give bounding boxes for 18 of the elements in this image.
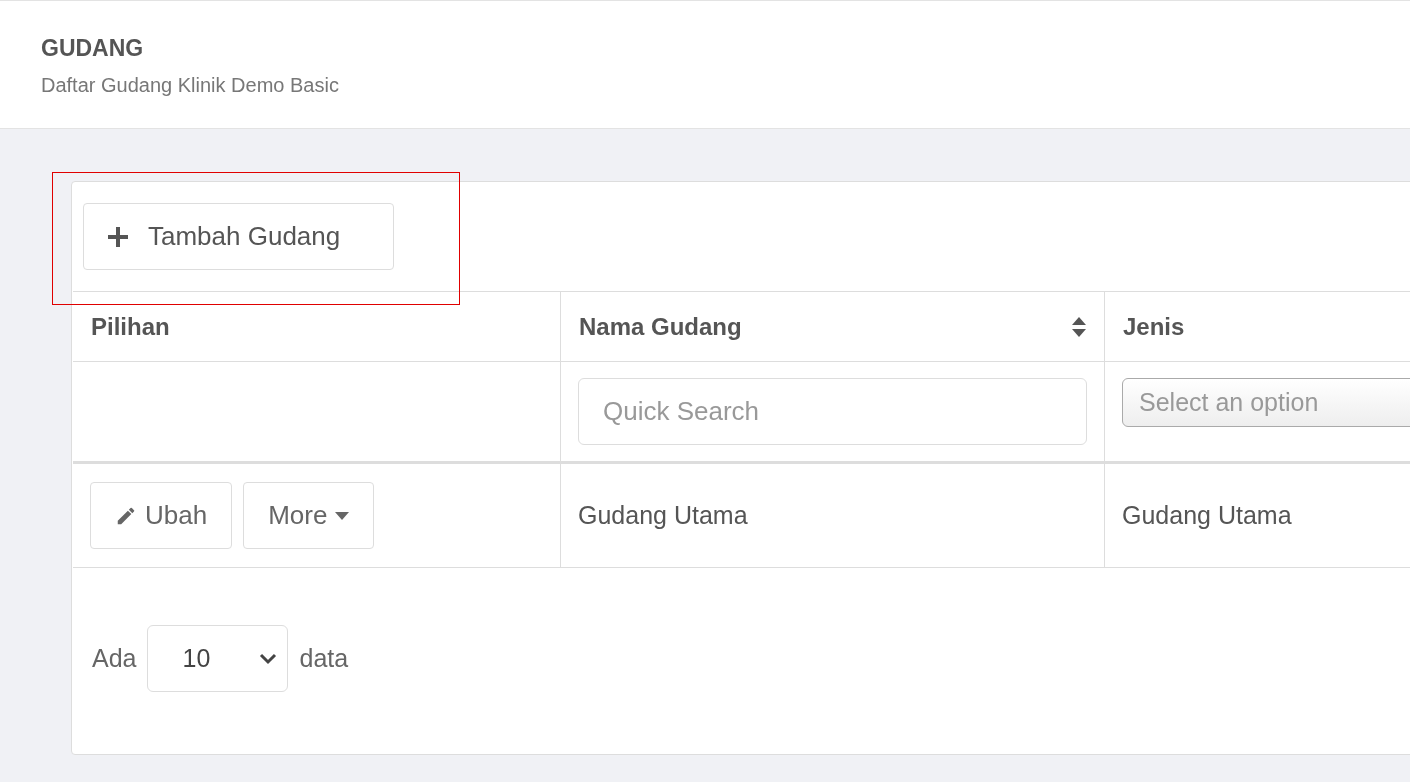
add-button[interactable]: Tambah Gudang [83, 203, 394, 270]
sort-icon[interactable] [1072, 316, 1086, 337]
column-header: Pilihan [91, 311, 170, 342]
page-size-select[interactable]: 10 [147, 625, 289, 692]
column-header: Nama Gudang [579, 311, 742, 342]
plus-icon [108, 226, 128, 247]
page-size-label: Ada [92, 642, 137, 674]
page-size-label: data [299, 642, 349, 674]
chevron-down-icon [259, 652, 278, 665]
edit-button[interactable]: Ubah [90, 482, 233, 549]
caret-icon [335, 511, 350, 520]
page-subtitle: Daftar Gudang Klinik Demo Basic [41, 73, 340, 98]
table-cell-text: Gudang Utama [1122, 499, 1292, 531]
search-field[interactable]: Quick Search [578, 378, 1087, 445]
table-cell-text: Gudang Utama [578, 499, 748, 531]
column-header: Jenis [1123, 311, 1185, 342]
page-title: GUDANG [41, 34, 145, 62]
more-button[interactable]: More [243, 482, 375, 549]
